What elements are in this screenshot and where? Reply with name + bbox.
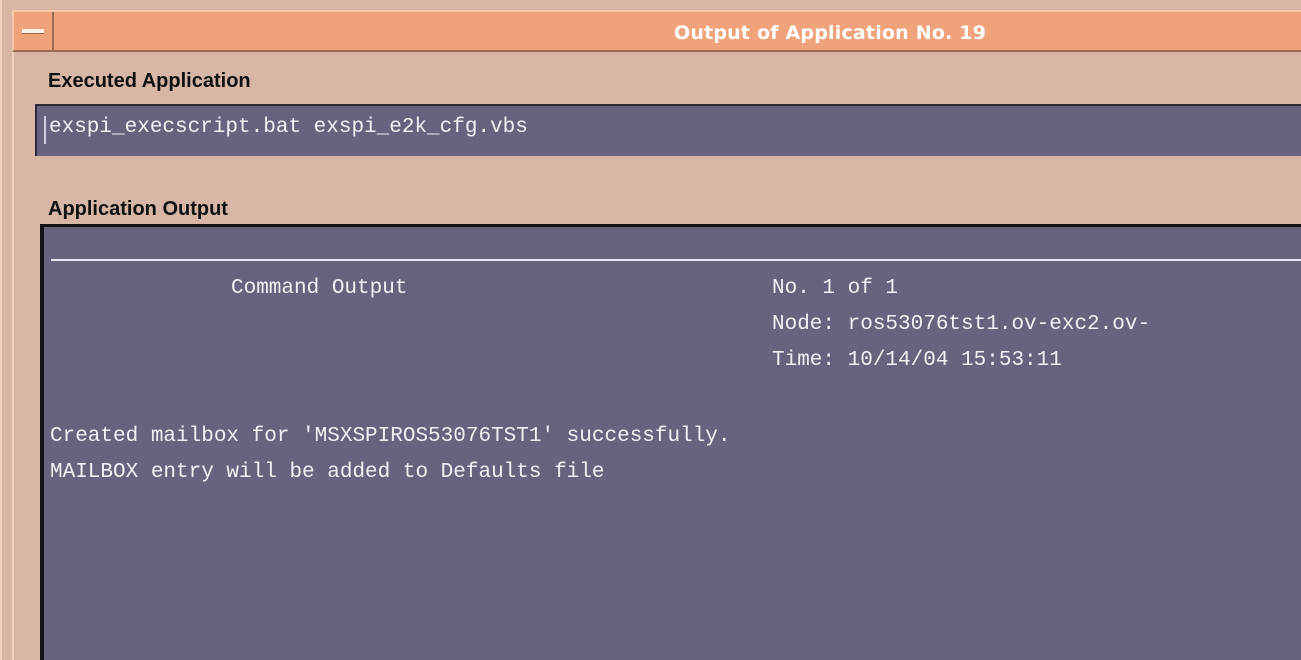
output-node: Node: ros53076tst1.ov-exc2.ov- (772, 313, 1151, 336)
application-output-label: Application Output (48, 198, 228, 220)
output-time: Time: 10/14/04 15:53:11 (772, 349, 1062, 372)
window-frame (12, 52, 20, 660)
output-window: Output of Application No. 19 Executed Ap… (0, 0, 1301, 660)
output-counter: No. 1 of 1 (772, 277, 899, 300)
executed-application-label: Executed Application (48, 70, 251, 92)
output-line: MAILBOX entry will be added to Defaults … (50, 461, 605, 484)
title-bar[interactable]: Output of Application No. 19 (12, 10, 1301, 52)
command-output-heading: Command Output (231, 277, 408, 300)
executed-application-field[interactable]: exspi_execscript.bat exspi_e2k_cfg.vbs (35, 104, 1301, 156)
application-output-area[interactable]: Command Output No. 1 of 1 Node: ros53076… (40, 224, 1301, 660)
executed-application-value: exspi_execscript.bat exspi_e2k_cfg.vbs (49, 116, 528, 139)
text-cursor (44, 116, 46, 144)
output-line: Created mailbox for 'MSXSPIROS53076TST1'… (50, 425, 731, 448)
window-menu-button[interactable] (14, 12, 54, 50)
window-title: Output of Application No. 19 (674, 22, 987, 44)
window-menu-icon (22, 29, 44, 34)
output-separator (51, 259, 1301, 261)
